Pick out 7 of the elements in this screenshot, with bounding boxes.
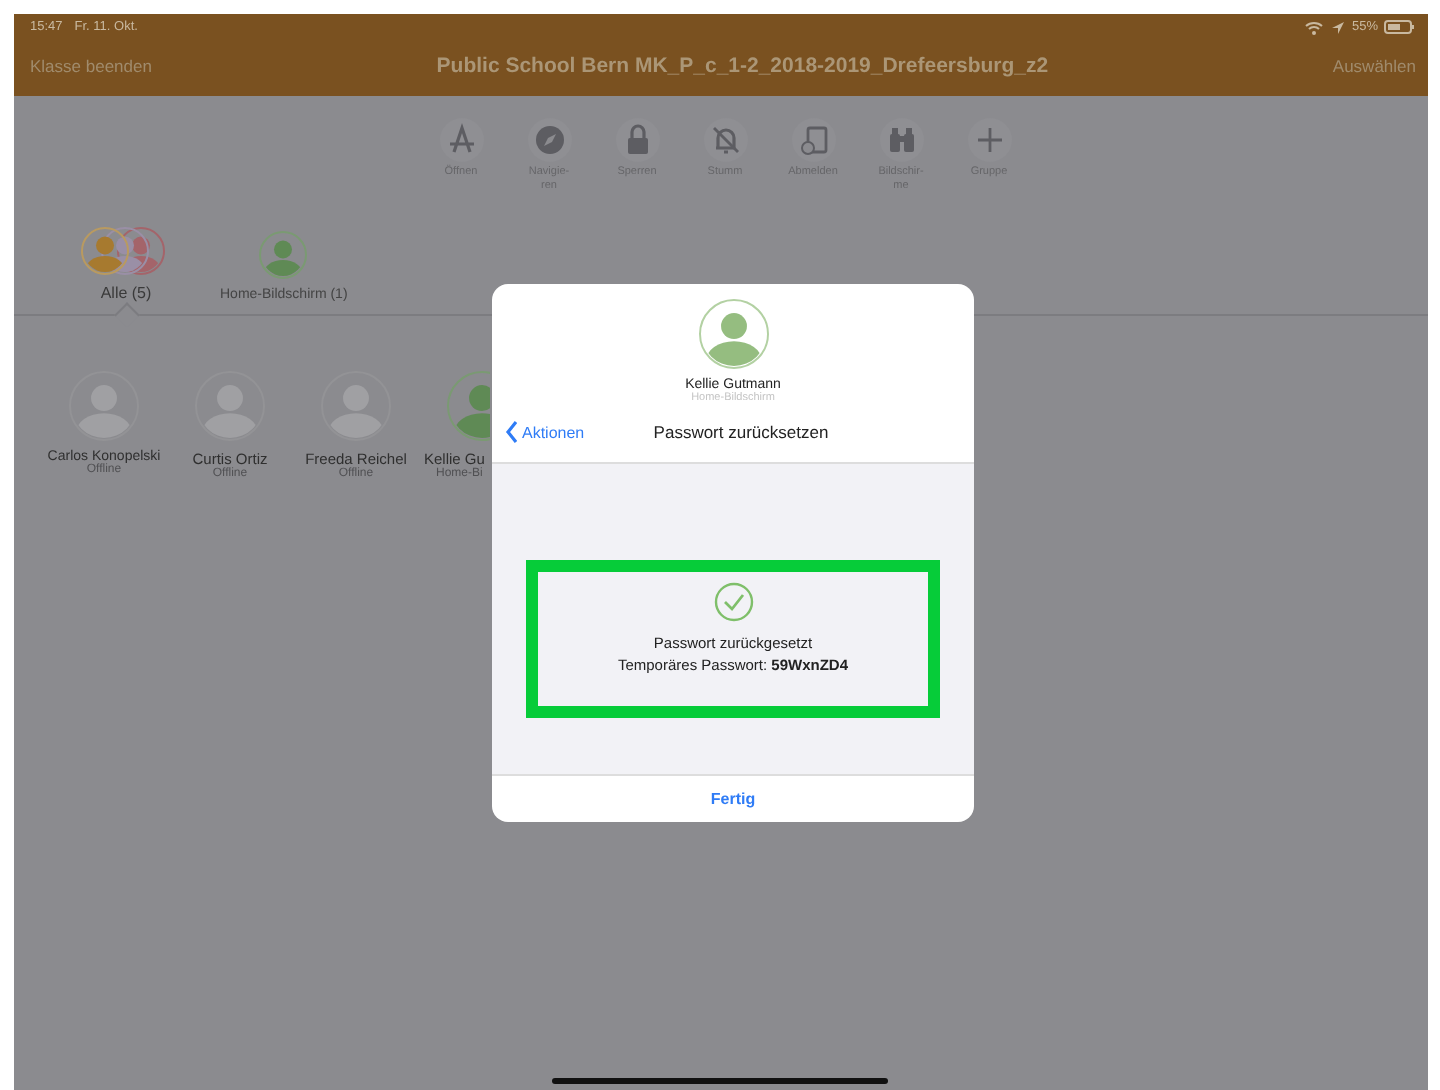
select-button[interactable]: Auswählen — [1332, 56, 1416, 76]
back-button[interactable]: Aktionen — [504, 420, 585, 444]
end-class-button[interactable]: Klasse beenden — [30, 56, 152, 76]
group-tab[interactable]: Alle (5) — [80, 226, 172, 302]
dialog-title: Passwort zurücksetzen — [651, 422, 829, 442]
window-title: Public School Bern MK_P_c_1-2_2018-2019_Drefeersburg_z2 — [436, 54, 1049, 78]
done-button[interactable]: Fertig — [698, 788, 768, 810]
